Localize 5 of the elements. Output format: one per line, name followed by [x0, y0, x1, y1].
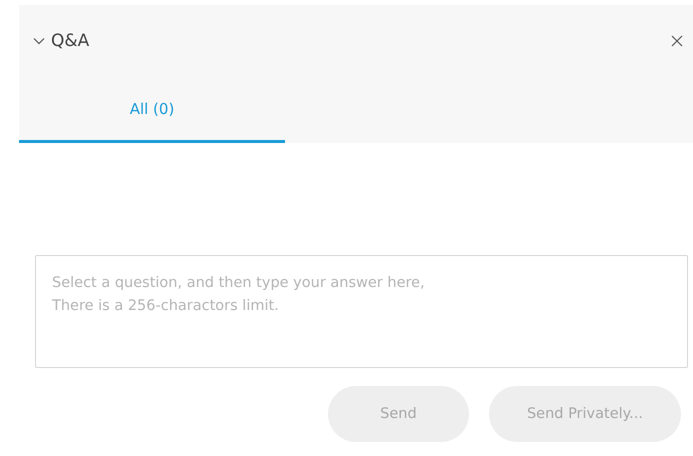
panel-title: Q&A: [51, 31, 90, 51]
chevron-icon[interactable]: [33, 35, 45, 47]
tab[interactable]: All (0): [19, 100, 285, 143]
close-icon[interactable]: [671, 35, 683, 47]
answer-field[interactable]: Select a question, and then type your answer here, There is a 256-charactors limit.: [35, 255, 688, 368]
